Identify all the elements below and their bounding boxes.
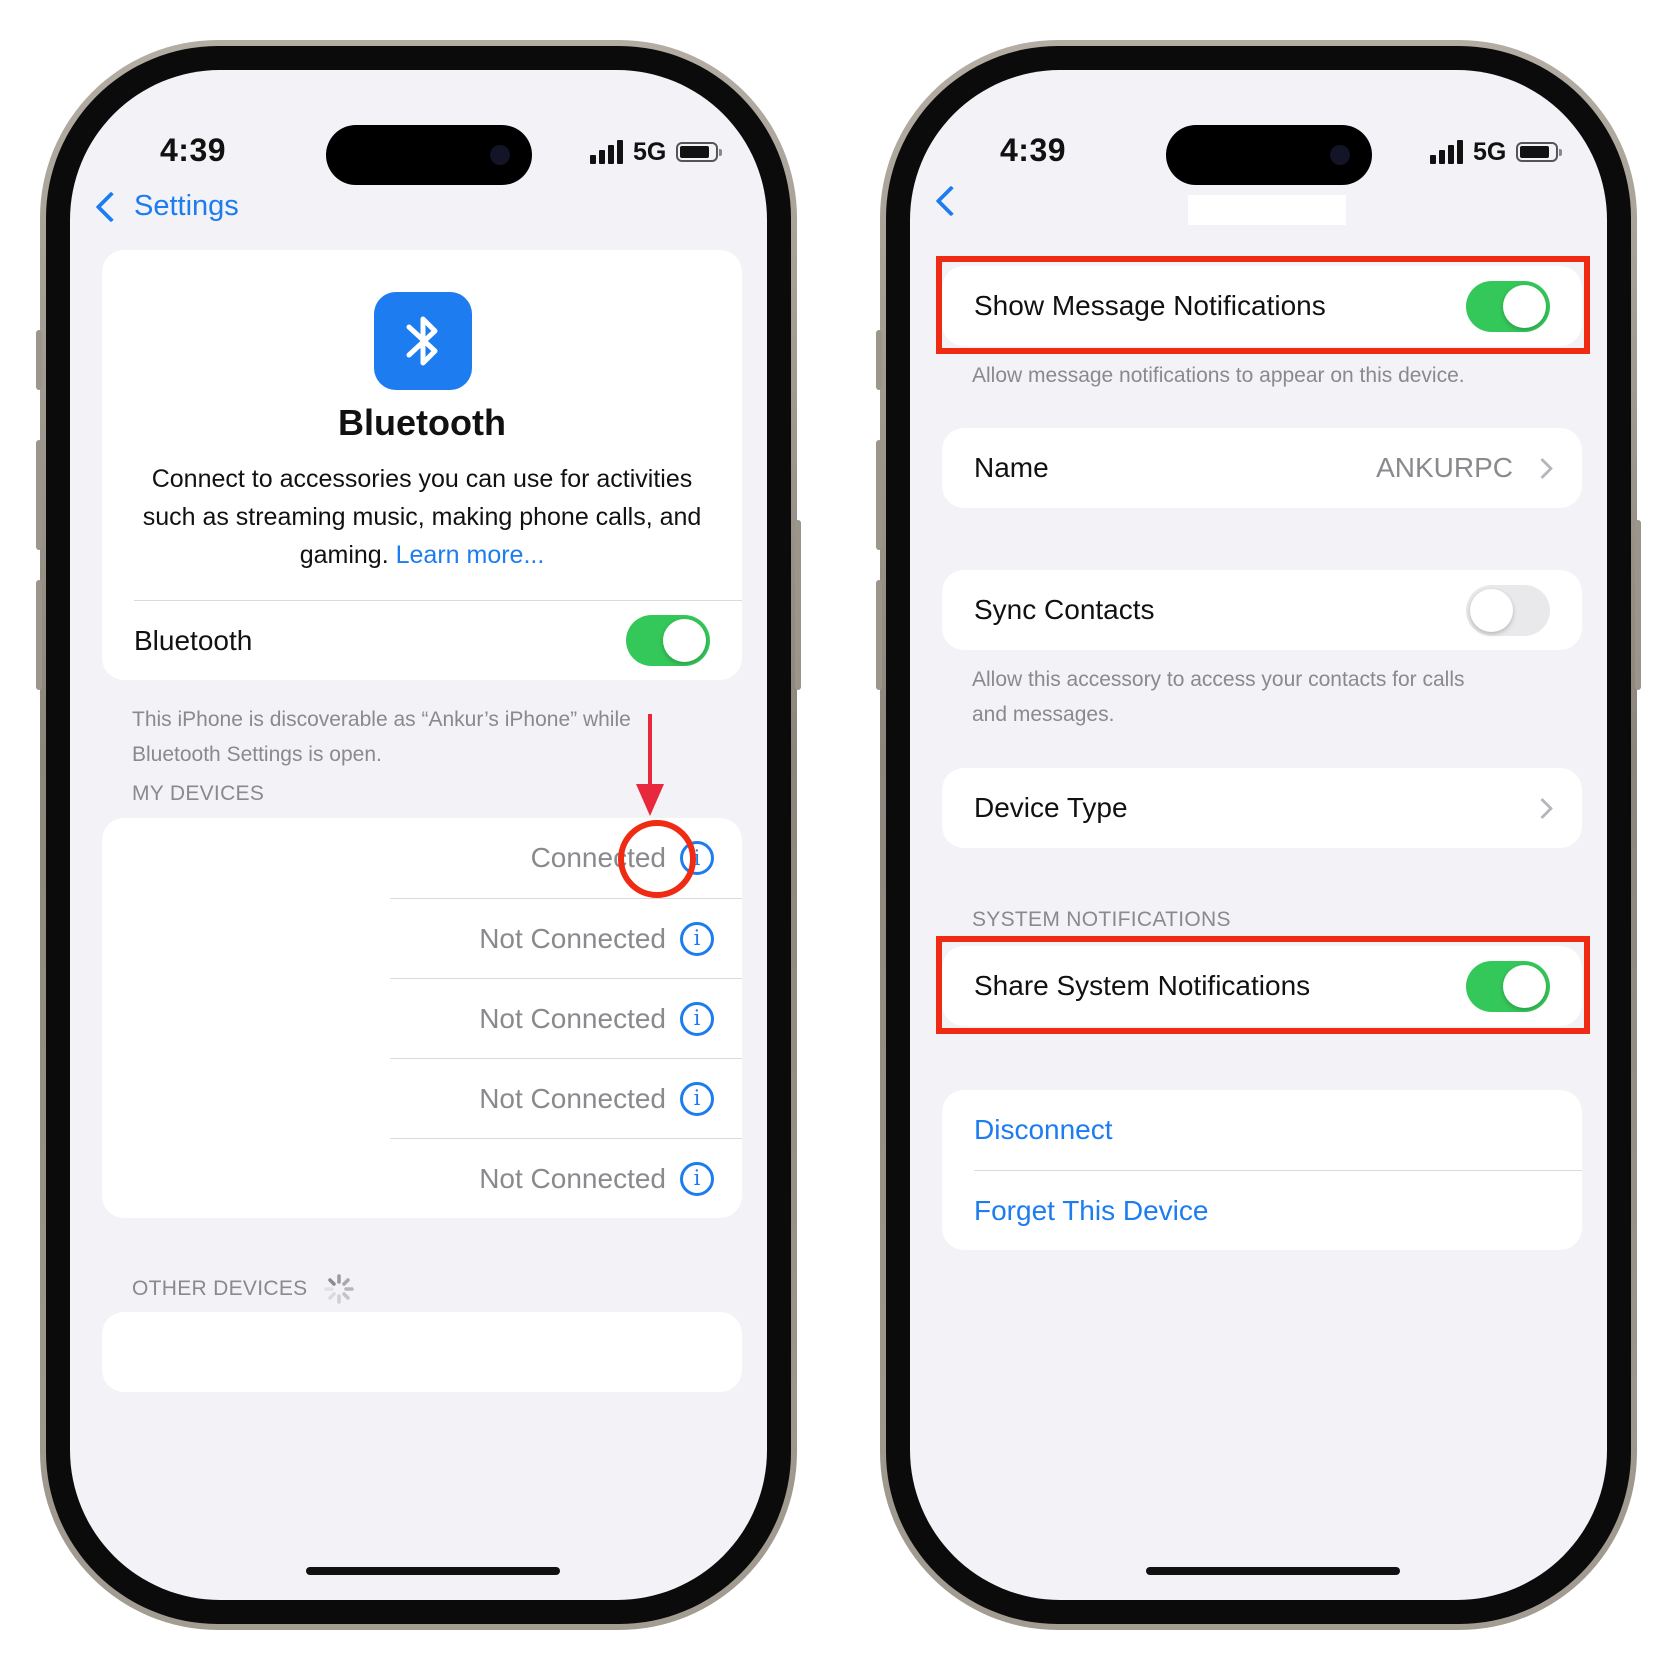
name-value-group: ANKURPC: [1376, 452, 1554, 484]
chevron-left-icon: [95, 190, 127, 223]
bluetooth-app-icon: [374, 292, 472, 390]
back-label: Settings: [134, 190, 239, 222]
device-type-label: Device Type: [974, 792, 1128, 823]
dynamic-island: [1166, 125, 1372, 185]
sync-contacts-label: Sync Contacts: [974, 594, 1155, 625]
left-phone-frame: 4:39 5G Settings Bluetooth Connect to ac…: [36, 40, 801, 1630]
chevron-left-icon: [935, 185, 967, 217]
chevron-right-icon: [1531, 797, 1554, 819]
network-type: 5G: [633, 137, 667, 166]
status-time: 4:39: [1000, 132, 1067, 168]
side-button: [795, 520, 801, 690]
annotation-circle: [618, 820, 696, 898]
device-status: Not Connected: [479, 1002, 666, 1034]
bluetooth-label: Bluetooth: [134, 624, 253, 656]
learn-more-link[interactable]: Learn more...: [396, 541, 545, 569]
device-row[interactable]: Not Connected i: [102, 1059, 742, 1138]
side-button: [1635, 520, 1641, 690]
name-card: Name ANKURPC: [942, 428, 1582, 508]
name-value: ANKURPC: [1376, 452, 1513, 483]
hero-desc-line: gaming. Learn more...: [299, 541, 545, 569]
device-row[interactable]: Not Connected i: [102, 979, 742, 1058]
sync-contacts-footer: Allow this accessory to access your cont…: [972, 668, 1465, 726]
signal-icon: [590, 140, 623, 164]
bluetooth-toggle-row: Bluetooth: [102, 601, 742, 680]
name-row[interactable]: Name ANKURPC: [942, 428, 1582, 508]
device-status: Not Connected: [479, 1162, 666, 1194]
actions-card: Disconnect Forget This Device: [942, 1090, 1582, 1250]
disconnect-button[interactable]: Disconnect: [974, 1114, 1113, 1146]
device-type-row[interactable]: Device Type: [942, 768, 1582, 848]
loading-spinner-icon: [324, 1274, 355, 1304]
device-row[interactable]: Not Connected i: [102, 899, 742, 978]
status-indicators: 5G: [590, 132, 723, 172]
system-notifications-header: SYSTEM NOTIFICATIONS: [972, 908, 1231, 931]
name-label: Name: [974, 452, 1049, 483]
device-row[interactable]: Not Connected i: [102, 1139, 742, 1218]
network-type: 5G: [1473, 137, 1507, 166]
hero-title: Bluetooth: [338, 402, 506, 443]
highlight-box: [936, 256, 1590, 354]
forget-device-button[interactable]: Forget This Device: [974, 1195, 1208, 1227]
status-time: 4:39: [160, 132, 227, 168]
action-button: [876, 330, 882, 390]
info-icon[interactable]: i: [680, 1161, 714, 1196]
hero-desc-line: such as streaming music, making phone ca…: [142, 503, 702, 531]
action-button: [36, 330, 42, 390]
status-indicators: 5G: [1430, 132, 1563, 172]
device-status: Not Connected: [479, 1082, 666, 1114]
other-devices-header: OTHER DEVICES: [132, 1273, 355, 1305]
volume-up-button: [36, 440, 42, 550]
my-devices-header: MY DEVICES: [132, 782, 265, 805]
info-icon[interactable]: i: [680, 1081, 714, 1116]
home-indicator: [306, 1567, 560, 1575]
home-indicator: [1146, 1567, 1400, 1575]
info-icon[interactable]: i: [680, 921, 714, 956]
redacted-title: [1188, 195, 1346, 225]
battery-icon: [1516, 142, 1563, 162]
back-button[interactable]: [930, 185, 967, 217]
chevron-right-icon: [1531, 457, 1554, 479]
volume-up-button: [876, 440, 882, 550]
camera-icon: [1330, 145, 1350, 165]
right-phone-frame: 4:39 5G Show Message Notifications Allow…: [876, 40, 1641, 1630]
hero-description: Connect to accessories you can use for a…: [102, 460, 742, 574]
sync-contacts-toggle[interactable]: [1466, 584, 1550, 636]
device-status: Not Connected: [479, 922, 666, 954]
bluetooth-icon: [406, 316, 438, 366]
bluetooth-toggle[interactable]: [626, 615, 710, 666]
left-screen: 4:39 5G Settings Bluetooth Connect to ac…: [70, 70, 767, 1600]
hero-desc-line: Connect to accessories you can use for a…: [151, 465, 693, 493]
forget-row[interactable]: Forget This Device: [942, 1171, 1582, 1250]
camera-icon: [490, 145, 510, 165]
disconnect-row[interactable]: Disconnect: [942, 1090, 1582, 1170]
bluetooth-card: Bluetooth Connect to accessories you can…: [102, 250, 742, 680]
info-icon[interactable]: i: [680, 1001, 714, 1036]
sync-contacts-card: Sync Contacts: [942, 570, 1582, 650]
show-notifications-footer: Allow message notifications to appear on…: [972, 364, 1465, 387]
dynamic-island: [326, 125, 532, 185]
annotation-arrow-icon: [636, 714, 664, 816]
battery-icon: [676, 142, 723, 162]
other-devices-list: [102, 1312, 742, 1392]
sync-contacts-row: Sync Contacts: [942, 570, 1582, 650]
discoverable-footer: This iPhone is discoverable as “Ankur’s …: [132, 708, 631, 766]
volume-down-button: [36, 580, 42, 690]
volume-down-button: [876, 580, 882, 690]
back-button[interactable]: Settings: [90, 190, 239, 223]
signal-icon: [1430, 140, 1463, 164]
right-screen: 4:39 5G Show Message Notifications Allow…: [910, 70, 1607, 1600]
device-type-card: Device Type: [942, 768, 1582, 848]
highlight-box: [936, 936, 1590, 1034]
